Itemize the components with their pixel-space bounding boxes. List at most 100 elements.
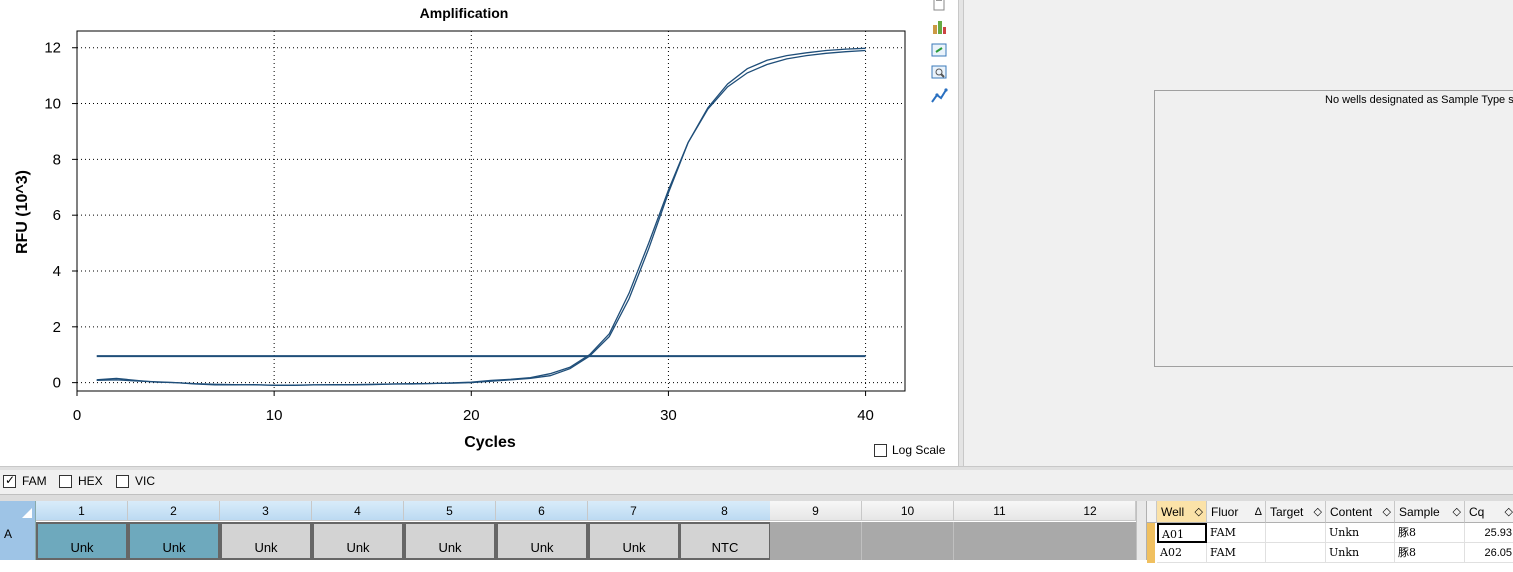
column-header-10[interactable]: 10 [862, 501, 954, 521]
section-divider [0, 494, 1513, 501]
hex-checkbox[interactable] [59, 474, 72, 488]
cell-cq[interactable]: 26.05 [1465, 543, 1513, 563]
cell-target[interactable] [1266, 543, 1326, 563]
column-header-cq[interactable]: Cq ◇ [1465, 501, 1513, 523]
column-header-content[interactable]: Content ◇ [1326, 501, 1395, 523]
log-scale-checkbox[interactable] [874, 443, 887, 457]
well-a3[interactable]: Unk [220, 522, 312, 560]
cell-well[interactable]: A02 [1157, 543, 1207, 563]
well-a5[interactable]: Unk [404, 522, 496, 560]
column-header-7[interactable]: 7 [588, 501, 680, 521]
column-header-5[interactable]: 5 [404, 501, 496, 521]
column-header-sample[interactable]: Sample ◇ [1395, 501, 1465, 523]
x-tick-label: 20 [463, 407, 480, 424]
well-a11[interactable] [954, 522, 1046, 560]
plate-grid: A 1 Unk 2 Unk 3 Unk 4 Unk 5 Unk 6 Unk 7 Unk 8 NTC 9 10 11 1… [0, 501, 1137, 560]
cell-cq[interactable]: 25.93 [1465, 523, 1513, 543]
column-header-target[interactable]: Target ◇ [1266, 501, 1326, 523]
column-header-well[interactable]: Well ◇ [1157, 501, 1207, 523]
cell-fluor[interactable]: FAM [1207, 543, 1266, 563]
row-selector[interactable] [1147, 543, 1155, 563]
fam-label: FAM [22, 474, 47, 488]
target-header-label: Target [1270, 505, 1304, 519]
column-header-9[interactable]: 9 [770, 501, 862, 521]
y-tick-label: 4 [53, 263, 61, 280]
row-selector[interactable] [1147, 523, 1155, 543]
column-header-11[interactable]: 11 [954, 501, 1046, 521]
well-a7[interactable]: Unk [588, 522, 680, 560]
amplification-chart: 0 10 20 30 40 0 2 4 6 8 10 12 Amplification Cycles RFU… [14, 5, 906, 451]
x-tick-label: 0 [73, 407, 81, 424]
x-tick-label: 30 [660, 407, 677, 424]
y-tick-label: 10 [44, 96, 61, 113]
cell-sample[interactable]: 豚8 [1395, 543, 1465, 563]
sample-header-label: Sample [1399, 505, 1440, 519]
column-header-fluor[interactable]: Fluor Δ [1207, 501, 1266, 523]
fam-checkbox[interactable] [3, 473, 16, 488]
content-header-label: Content [1330, 505, 1373, 519]
well-a8[interactable]: NTC [679, 522, 771, 560]
log-scale-toggle[interactable]: Log Scale [874, 443, 945, 457]
x-tick-label: 10 [266, 407, 283, 424]
grid-table-splitter[interactable] [1136, 501, 1146, 560]
y-tick-label: 6 [53, 207, 61, 224]
sort-icon[interactable]: ◇ [1505, 501, 1513, 522]
sort-icon[interactable]: ◇ [1314, 501, 1322, 522]
y-tick-label: 12 [44, 40, 61, 57]
zoom-icon[interactable] [929, 62, 949, 82]
well-a1[interactable]: Unk [36, 522, 128, 560]
cell-well[interactable]: A01 [1157, 523, 1207, 543]
chart-title: Amplification [420, 5, 509, 21]
cell-target[interactable] [1266, 523, 1326, 543]
standard-curve-panel: No wells designated as Sample Type sta [964, 0, 1513, 466]
well-a2[interactable]: Unk [128, 522, 220, 560]
sort-icon[interactable]: ◇ [1195, 501, 1203, 522]
column-header-2[interactable]: 2 [128, 501, 220, 521]
y-tick-label: 0 [53, 375, 61, 392]
select-all-corner[interactable] [0, 501, 36, 521]
column-header-4[interactable]: 4 [312, 501, 404, 521]
x-axis-label: Cycles [464, 434, 516, 451]
export-icon[interactable] [929, 17, 949, 37]
cq-header-label: Cq [1469, 505, 1485, 519]
fluor-toggle-fam[interactable]: FAM [3, 473, 47, 488]
well-header-label: Well [1161, 505, 1185, 519]
column-header-3[interactable]: 3 [220, 501, 312, 521]
fluor-toggle-vic[interactable]: VIC [116, 474, 155, 488]
copy-icon[interactable] [929, 0, 949, 14]
column-header-12[interactable]: 12 [1045, 501, 1136, 521]
column-header-8[interactable]: 8 [679, 501, 771, 521]
cell-content[interactable]: Unkn [1326, 523, 1395, 543]
chart-toolbar [926, 0, 952, 110]
hex-label: HEX [78, 474, 103, 488]
column-header-1[interactable]: 1 [36, 501, 128, 521]
amplification-chart-panel: 0 10 20 30 40 0 2 4 6 8 10 12 Amplification Cycles RFU… [0, 0, 958, 466]
cell-fluor[interactable]: FAM [1207, 523, 1266, 543]
well-a6[interactable]: Unk [496, 522, 588, 560]
standard-curve-box: No wells designated as Sample Type sta [1154, 90, 1513, 367]
sort-icon[interactable]: ◇ [1453, 501, 1461, 522]
x-tick-label: 40 [857, 407, 874, 424]
fluorophore-bar: FAM HEX VIC [0, 470, 1513, 494]
fluor-header-label: Fluor [1211, 505, 1239, 519]
sort-icon[interactable]: Δ [1255, 501, 1262, 522]
refresh-icon[interactable] [929, 40, 949, 60]
y-tick-label: 2 [53, 319, 61, 336]
plot-area [76, 30, 906, 392]
row-header-a[interactable]: A [0, 521, 36, 560]
well-a9[interactable] [770, 522, 862, 560]
column-header-6[interactable]: 6 [496, 501, 588, 521]
well-a10[interactable] [862, 522, 954, 560]
cell-content[interactable]: Unkn [1326, 543, 1395, 563]
well-a4[interactable]: Unk [312, 522, 404, 560]
y-axis-label: RFU (10^3) [14, 170, 31, 254]
cell-sample[interactable]: 豚8 [1395, 523, 1465, 543]
chart-settings-icon[interactable] [929, 86, 949, 106]
sort-icon[interactable]: ◇ [1383, 501, 1391, 522]
vic-checkbox[interactable] [116, 474, 129, 488]
row-selector-header [1147, 501, 1157, 523]
fluor-toggle-hex[interactable]: HEX [59, 474, 103, 488]
well-data-table: Well ◇ Fluor Δ Target ◇ Content ◇ Sample ◇ Cq ◇ A01 F… [1146, 501, 1513, 563]
well-a12[interactable] [1045, 522, 1137, 560]
y-tick-label: 8 [53, 151, 61, 168]
